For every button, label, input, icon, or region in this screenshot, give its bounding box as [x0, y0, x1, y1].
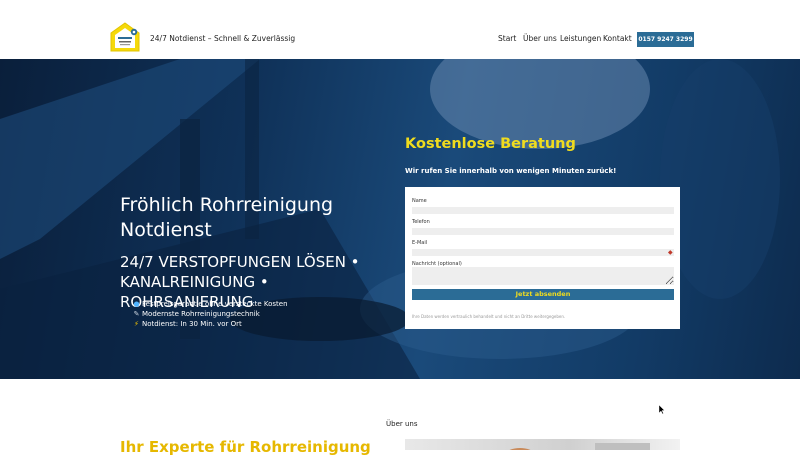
feature-item: ● Festpreisgarantie ohne versteckte Koste… — [133, 300, 288, 308]
wrench-icon: ✎ — [133, 310, 140, 318]
nav-ueber-uns[interactable]: Über uns — [523, 34, 557, 43]
email-label: E-Mail — [412, 240, 428, 246]
form-subtitle: Wir rufen Sie innerhalb von wenigen Minu… — [405, 167, 617, 175]
hero-section: Fröhlich Rohrreinigung Notdienst 24/7 VE… — [0, 59, 800, 379]
logo-gear-icon — [110, 22, 140, 52]
submit-button[interactable]: Jetzt absenden — [412, 289, 674, 300]
about-image — [405, 439, 680, 450]
phone-label: Telefon — [412, 219, 430, 225]
about-photo — [509, 443, 650, 450]
privacy-note: Ihre Daten werden vertraulich behandelt … — [412, 314, 566, 319]
name-input[interactable] — [412, 207, 674, 214]
contact-form: Name Telefon E-Mail ◆ Nachricht (optiona… — [405, 187, 680, 329]
nav-start[interactable]: Start — [498, 34, 516, 43]
phone-input[interactable] — [412, 228, 674, 235]
form-title: Kostenlose Beratung — [405, 136, 576, 152]
name-label: Name — [412, 198, 427, 204]
mouse-cursor-icon — [659, 405, 665, 414]
droplet-icon: ● — [133, 300, 140, 308]
site-header: 24/7 Notdienst – Schnell & Zuverlässig S… — [0, 0, 800, 59]
password-manager-icon[interactable]: ◆ — [668, 249, 673, 256]
hero-title: Fröhlich Rohrreinigung Notdienst — [120, 194, 334, 241]
about-heading: Ihr Experte für Rohrreinigung — [120, 438, 371, 456]
company-logo[interactable] — [108, 22, 142, 56]
email-input[interactable] — [412, 249, 674, 256]
feature-item: ✎ Modernste Rohrreinigungstechnik — [133, 310, 260, 318]
nav-leistungen[interactable]: Leistungen — [560, 34, 601, 43]
nav-kontakt[interactable]: Kontakt — [603, 34, 632, 43]
message-textarea[interactable] — [412, 267, 674, 285]
feature-item: ⚡ Notdienst: In 30 Min. vor Ort — [132, 320, 242, 328]
phone-button[interactable]: 0157 9247 3299 — [637, 32, 694, 47]
lightning-icon: ⚡ — [134, 320, 139, 328]
header-tagline: 24/7 Notdienst – Schnell & Zuverlässig — [150, 34, 296, 43]
about-label: Über uns — [386, 420, 418, 428]
